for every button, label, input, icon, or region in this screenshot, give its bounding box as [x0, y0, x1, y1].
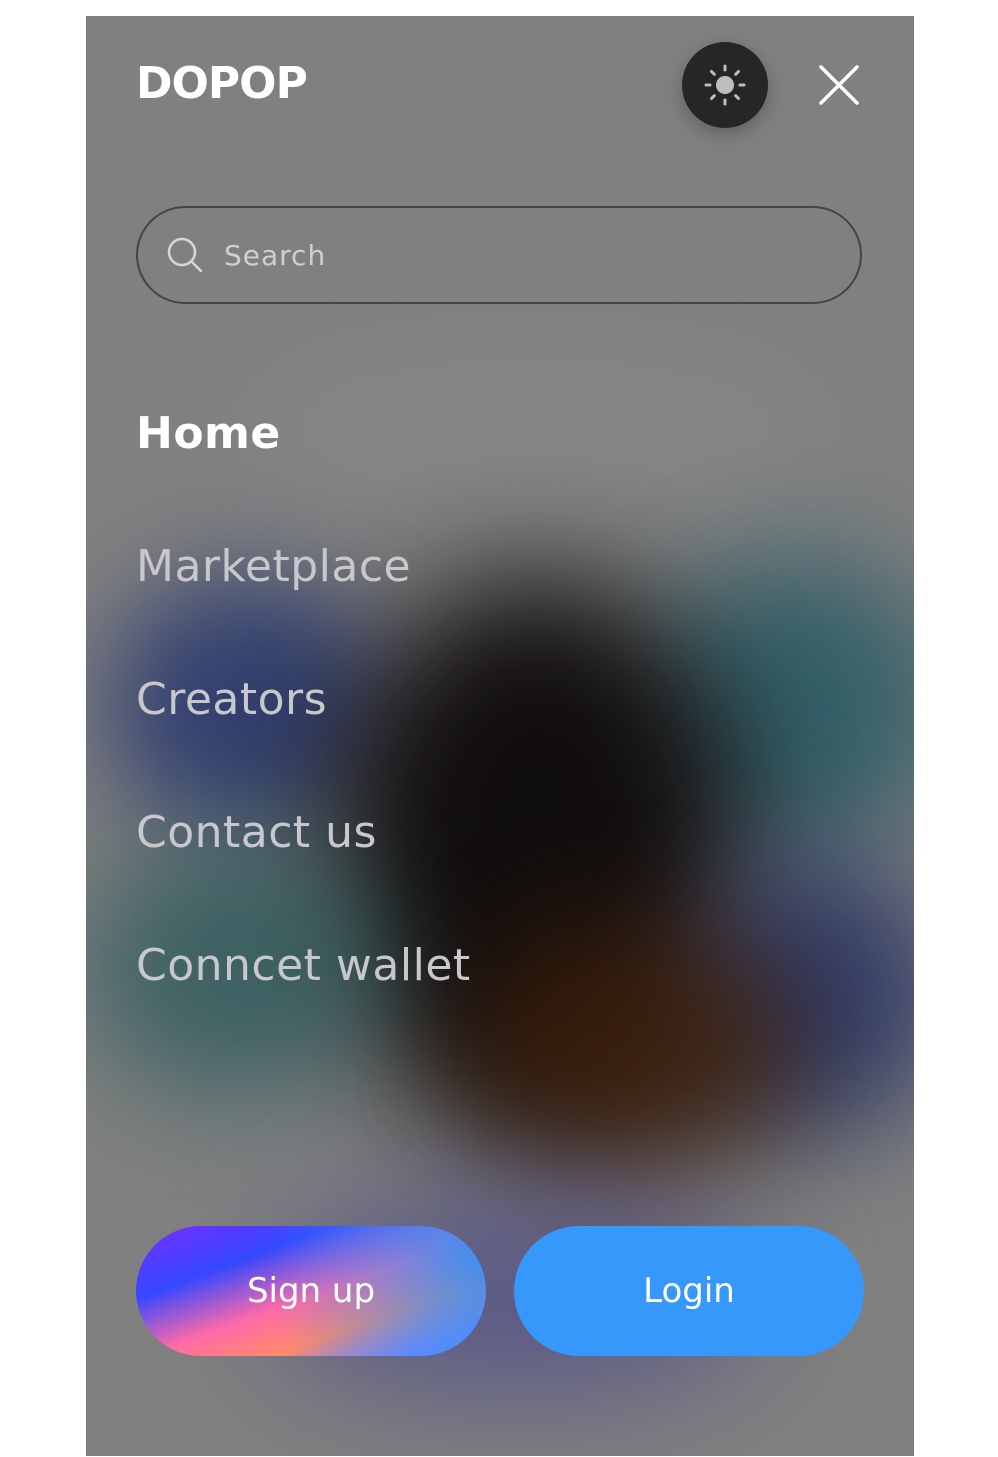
- nav-item-marketplace[interactable]: Marketplace: [136, 545, 471, 678]
- main-nav: Home Marketplace Creators Contact us Con…: [136, 412, 471, 1077]
- nav-item-home[interactable]: Home: [136, 412, 471, 545]
- login-button[interactable]: Login: [514, 1226, 864, 1356]
- close-button[interactable]: [814, 60, 864, 110]
- background-blur: [466, 916, 806, 1176]
- logo[interactable]: DOPOP: [136, 62, 308, 106]
- close-icon: [819, 65, 859, 105]
- nav-item-creators[interactable]: Creators: [136, 678, 471, 811]
- nav-item-connect-wallet[interactable]: Conncet wallet: [136, 944, 471, 1077]
- sun-icon: [704, 64, 746, 106]
- sign-up-button[interactable]: Sign up: [136, 1226, 486, 1356]
- search-input[interactable]: [222, 237, 786, 273]
- nav-item-contact-us[interactable]: Contact us: [136, 811, 471, 944]
- search-box[interactable]: [136, 206, 862, 304]
- background-blur: [686, 856, 914, 1136]
- search-icon: [167, 237, 203, 273]
- page-canvas: DOPOP Search Home Marketplace Creators C…: [0, 0, 998, 1457]
- theme-toggle-button[interactable]: [682, 42, 768, 128]
- mobile-menu-panel: DOPOP Search Home Marketplace Creators C…: [86, 16, 914, 1456]
- background-blur: [646, 556, 914, 856]
